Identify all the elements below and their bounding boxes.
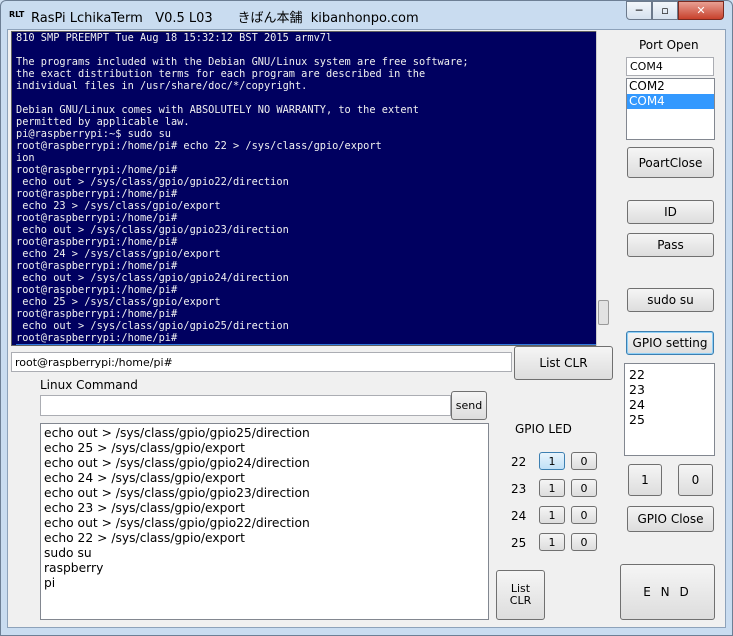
history-item[interactable]: echo out > /sys/class/gpio/gpio22/direct…: [44, 516, 485, 531]
gpio-led-off-button[interactable]: 0: [571, 452, 597, 470]
app-icon: RLT: [9, 10, 25, 19]
terminal-line: ion: [16, 152, 35, 164]
terminal-lines: 810 SMP PREEMPT Tue Aug 18 15:32:12 BST …: [16, 32, 598, 345]
port-option[interactable]: COM2: [627, 79, 714, 94]
terminal-scrollbar[interactable]: [596, 31, 611, 346]
history-item[interactable]: pi: [44, 576, 485, 591]
history-item[interactable]: echo out > /sys/class/gpio/gpio24/direct…: [44, 456, 485, 471]
maximize-button[interactable]: ▫: [652, 1, 678, 20]
gpio-on-button[interactable]: 1: [628, 464, 662, 496]
history-item[interactable]: echo 25 > /sys/class/gpio/export: [44, 441, 485, 456]
gpio-close-button[interactable]: GPIO Close: [627, 506, 714, 532]
port-option[interactable]: COM4: [627, 94, 714, 109]
gpio-led-on-button[interactable]: 1: [539, 452, 565, 470]
terminal-line: echo out > /sys/class/gpio/gpio22/direct…: [16, 176, 289, 188]
gpio-off-button[interactable]: 0: [678, 464, 713, 496]
terminal-line: root@raspberrypi:/home/pi# echo 22 > /sy…: [16, 140, 382, 152]
list-clr-button[interactable]: List CLR: [514, 346, 613, 380]
terminal-line: 810 SMP PREEMPT Tue Aug 18 15:32:12 BST …: [16, 32, 333, 44]
list-clr-bottom-button[interactable]: List CLR: [496, 570, 545, 620]
terminal-line: root@raspberrypi:/home/pi#: [16, 164, 178, 176]
gpio-led-on-button[interactable]: 1: [539, 479, 565, 497]
terminal-line: root@raspberrypi:/home/pi#: [16, 284, 178, 296]
id-button[interactable]: ID: [627, 200, 714, 224]
gpio-led-off-button[interactable]: 0: [571, 506, 597, 524]
terminal-line: Debian GNU/Linux comes with ABSOLUTELY N…: [16, 104, 419, 116]
gpio-pin-item[interactable]: 22: [629, 367, 710, 382]
gpio-pin-label: 24: [511, 509, 527, 523]
minimize-button[interactable]: ─: [626, 1, 652, 20]
history-item[interactable]: sudo su: [44, 546, 485, 561]
gpio-pin-label: 23: [511, 482, 527, 496]
terminal-line: echo out > /sys/class/gpio/gpio23/direct…: [16, 224, 289, 236]
prompt-field[interactable]: root@raspberrypi:/home/pi#: [11, 352, 512, 372]
linux-command-input[interactable]: [40, 395, 451, 416]
terminal-line: echo out > /sys/class/gpio/gpio24/direct…: [16, 272, 289, 284]
terminal-line: echo 24 > /sys/class/gpio/export: [16, 248, 221, 260]
terminal-line: echo 23 > /sys/class/gpio/export: [16, 200, 221, 212]
command-history-list[interactable]: echo out > /sys/class/gpio/gpio25/direct…: [40, 423, 489, 620]
terminal-line: root@raspberrypi:/home/pi#: [16, 332, 178, 344]
gpio-setting-button[interactable]: GPIO setting: [626, 331, 714, 355]
terminal-scroll-thumb[interactable]: [598, 300, 609, 325]
pass-button[interactable]: Pass: [627, 233, 714, 257]
gpio-led-off-button[interactable]: 0: [571, 479, 597, 497]
list-clr-bottom-label: List CLR: [509, 582, 532, 607]
title-bar[interactable]: RLT RasPi LchikaTerm V0.5 L03 きばん本舗 kiba…: [1, 1, 732, 29]
history-item[interactable]: echo 22 > /sys/class/gpio/export: [44, 531, 485, 546]
history-item[interactable]: echo out > /sys/class/gpio/gpio25/direct…: [44, 426, 485, 441]
close-window-button[interactable]: ✕: [678, 1, 724, 20]
terminal-output[interactable]: 810 SMP PREEMPT Tue Aug 18 15:32:12 BST …: [11, 31, 611, 346]
window-title: RasPi LchikaTerm V0.5 L03 きばん本舗 kibanhon…: [31, 11, 419, 26]
history-item[interactable]: raspberry: [44, 561, 485, 576]
terminal-selected-line: root@raspberrypi:/home/pi#: [16, 344, 598, 345]
gpio-pin-item[interactable]: 23: [629, 382, 710, 397]
terminal-line: root@raspberrypi:/home/pi#: [16, 236, 178, 248]
terminal-line: root@raspberrypi:/home/pi#: [16, 188, 178, 200]
end-button[interactable]: E N D: [620, 564, 715, 620]
gpio-led-off-button[interactable]: 0: [571, 533, 597, 551]
terminal-line: pi@raspberrypi:~$ sudo su: [16, 128, 171, 140]
gpio-pin-list[interactable]: 22 23 24 25: [624, 363, 715, 456]
terminal-line: echo out > /sys/class/gpio/gpio25/direct…: [16, 320, 289, 332]
gpio-pin-item[interactable]: 25: [629, 412, 710, 427]
gpio-led-on-button[interactable]: 1: [539, 506, 565, 524]
terminal-line: individual files in /usr/share/doc/*/cop…: [16, 80, 308, 92]
linux-command-label: Linux Command: [40, 378, 138, 392]
terminal-line: permitted by applicable law.: [16, 116, 190, 128]
history-item[interactable]: echo out > /sys/class/gpio/gpio23/direct…: [44, 486, 485, 501]
terminal-line: root@raspberrypi:/home/pi#: [16, 308, 178, 320]
gpio-pin-label: 25: [511, 536, 527, 550]
terminal-line: echo 25 > /sys/class/gpio/export: [16, 296, 221, 308]
port-list[interactable]: COM2 COM4: [626, 78, 715, 140]
history-item[interactable]: echo 23 > /sys/class/gpio/export: [44, 501, 485, 516]
terminal-line: The programs included with the Debian GN…: [16, 56, 469, 68]
gpio-pin-label: 22: [511, 455, 527, 469]
port-input[interactable]: COM4: [626, 57, 714, 76]
terminal-line: root@raspberrypi:/home/pi#: [16, 260, 178, 272]
gpio-led-label: GPIO LED: [515, 422, 572, 436]
port-open-label: Port Open: [639, 38, 699, 52]
terminal-line: the exact distribution terms for each pr…: [16, 68, 426, 80]
terminal-line: root@raspberrypi:/home/pi#: [16, 212, 178, 224]
send-button[interactable]: send: [451, 391, 487, 420]
gpio-led-on-button[interactable]: 1: [539, 533, 565, 551]
history-item[interactable]: echo 24 > /sys/class/gpio/export: [44, 471, 485, 486]
port-close-button[interactable]: PoartClose: [627, 147, 714, 178]
gpio-pin-item[interactable]: 24: [629, 397, 710, 412]
sudo-su-button[interactable]: sudo su: [627, 288, 714, 312]
